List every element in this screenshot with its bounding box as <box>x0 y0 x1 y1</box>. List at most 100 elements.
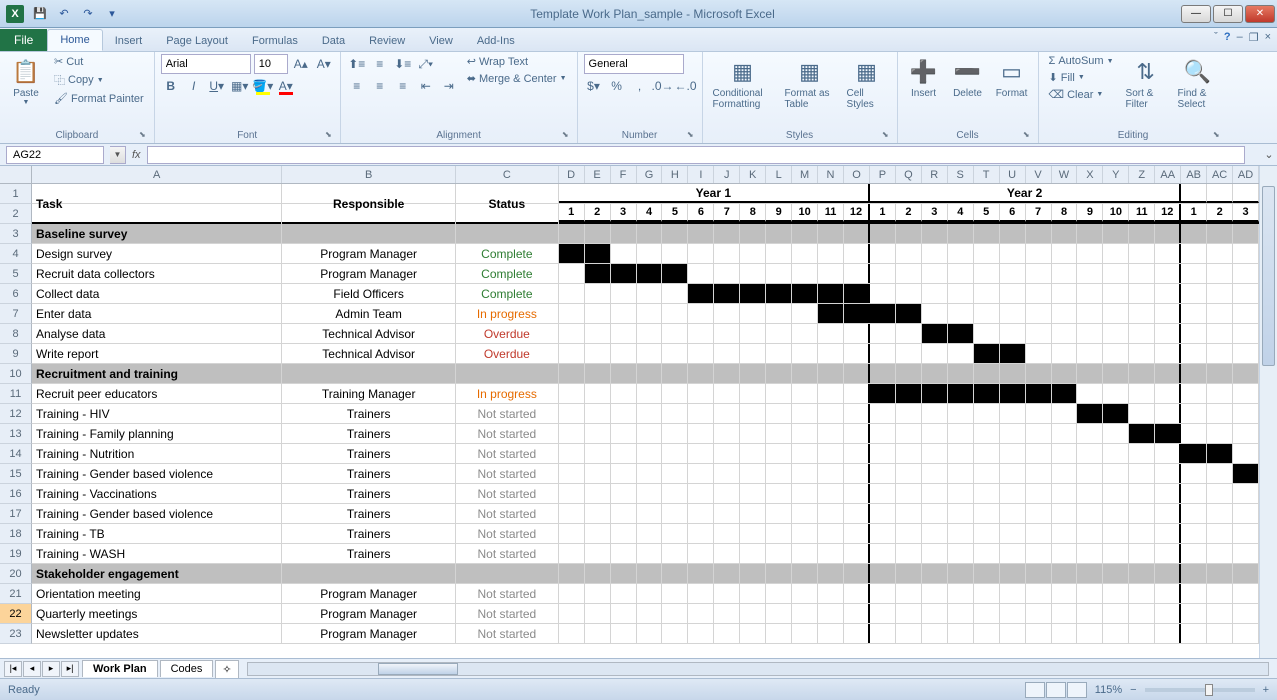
row-header-6[interactable]: 6 <box>0 284 32 304</box>
gantt-cell[interactable] <box>662 424 688 443</box>
gantt-cell[interactable] <box>611 404 637 423</box>
fill-color-button[interactable]: 🪣▾ <box>253 76 273 96</box>
gantt-cell[interactable] <box>1052 564 1078 583</box>
gantt-cell[interactable] <box>896 244 922 263</box>
gantt-cell[interactable] <box>1129 224 1155 243</box>
gantt-cell[interactable] <box>1000 284 1026 303</box>
gantt-cell[interactable] <box>948 464 974 483</box>
gantt-cell[interactable] <box>766 384 792 403</box>
gantt-cell[interactable] <box>974 264 1000 283</box>
gantt-cell[interactable] <box>714 504 740 523</box>
cell-status[interactable]: Not started <box>456 504 559 523</box>
gantt-cell[interactable] <box>611 244 637 263</box>
gantt-cell[interactable] <box>1129 384 1155 403</box>
gantt-cell[interactable] <box>922 324 948 343</box>
gantt-cell[interactable] <box>948 364 974 383</box>
gantt-cell[interactable] <box>585 264 611 283</box>
gantt-cell[interactable] <box>922 544 948 563</box>
gantt-cell[interactable] <box>974 564 1000 583</box>
gantt-cell[interactable] <box>1052 324 1078 343</box>
gantt-cell[interactable] <box>896 524 922 543</box>
gantt-cell[interactable] <box>896 584 922 603</box>
gantt-cell[interactable] <box>818 324 844 343</box>
gantt-cell[interactable] <box>1207 624 1233 643</box>
merge-center-button[interactable]: ⬌Merge & Center▼ <box>463 71 571 86</box>
col-header-B[interactable]: B <box>282 166 456 183</box>
fx-label-icon[interactable]: fx <box>132 149 141 161</box>
gantt-cell[interactable] <box>1026 584 1052 603</box>
cell-responsible[interactable] <box>282 224 456 243</box>
col-header-A[interactable]: A <box>32 166 282 183</box>
align-center-icon[interactable]: ≡ <box>370 76 390 96</box>
month-header-27[interactable]: 3 <box>1233 204 1259 222</box>
gantt-cell[interactable] <box>688 304 714 323</box>
gantt-cell[interactable] <box>1207 364 1233 383</box>
cell-responsible[interactable]: Program Manager <box>282 584 456 603</box>
gantt-cell[interactable] <box>1181 604 1207 623</box>
gantt-cell[interactable] <box>896 444 922 463</box>
gantt-cell[interactable] <box>870 444 896 463</box>
gantt-cell[interactable] <box>1103 604 1129 623</box>
col-header-G[interactable]: G <box>637 166 663 183</box>
cell-status[interactable]: Not started <box>456 424 559 443</box>
cell-status[interactable]: Overdue <box>456 324 559 343</box>
gantt-cell[interactable] <box>688 444 714 463</box>
gantt-cell[interactable] <box>662 384 688 403</box>
gantt-cell[interactable] <box>637 264 663 283</box>
gantt-cell[interactable] <box>1052 424 1078 443</box>
month-header-25[interactable]: 1 <box>1181 204 1207 222</box>
normal-view-button[interactable] <box>1025 682 1045 698</box>
gantt-cell[interactable] <box>740 284 766 303</box>
col-header-O[interactable]: O <box>844 166 870 183</box>
gantt-cell[interactable] <box>714 284 740 303</box>
gantt-cell[interactable] <box>870 304 896 323</box>
gantt-cell[interactable] <box>637 444 663 463</box>
gantt-cell[interactable] <box>688 324 714 343</box>
gantt-cell[interactable] <box>714 584 740 603</box>
gantt-cell[interactable] <box>922 484 948 503</box>
gantt-cell[interactable] <box>792 384 818 403</box>
gantt-cell[interactable] <box>1233 324 1259 343</box>
gantt-cell[interactable] <box>1052 364 1078 383</box>
cell-status[interactable]: In progress <box>456 384 559 403</box>
gantt-cell[interactable] <box>740 324 766 343</box>
gantt-cell[interactable] <box>844 604 870 623</box>
gantt-cell[interactable] <box>974 364 1000 383</box>
gantt-cell[interactable] <box>1052 224 1078 243</box>
gantt-cell[interactable] <box>688 624 714 643</box>
gantt-cell[interactable] <box>922 244 948 263</box>
col-header-AB[interactable]: AB <box>1181 166 1207 183</box>
cell-status[interactable] <box>456 364 559 383</box>
gantt-cell[interactable] <box>1052 584 1078 603</box>
gantt-cell[interactable] <box>1103 524 1129 543</box>
gantt-cell[interactable] <box>896 624 922 643</box>
gantt-cell[interactable] <box>1181 544 1207 563</box>
row-header-10[interactable]: 10 <box>0 364 32 384</box>
gantt-cell[interactable] <box>1129 244 1155 263</box>
gantt-cell[interactable] <box>1052 504 1078 523</box>
gantt-cell[interactable] <box>818 424 844 443</box>
gantt-cell[interactable] <box>714 484 740 503</box>
gantt-cell[interactable] <box>740 304 766 323</box>
gantt-cell[interactable] <box>896 324 922 343</box>
vertical-scrollbar[interactable] <box>1259 166 1277 658</box>
conditional-formatting-button[interactable]: ▦Conditional Formatting <box>709 54 777 112</box>
underline-button[interactable]: U▾ <box>207 76 227 96</box>
font-name-input[interactable] <box>161 54 251 74</box>
gantt-cell[interactable] <box>559 544 585 563</box>
gantt-cell[interactable] <box>662 364 688 383</box>
gantt-cell[interactable] <box>792 224 818 243</box>
cell-task[interactable]: Analyse data <box>32 324 282 343</box>
gantt-cell[interactable] <box>1233 424 1259 443</box>
gantt-cell[interactable] <box>766 404 792 423</box>
gantt-cell[interactable] <box>1000 264 1026 283</box>
gantt-cell[interactable] <box>818 364 844 383</box>
gantt-cell[interactable] <box>1155 604 1181 623</box>
gantt-cell[interactable] <box>922 464 948 483</box>
gantt-cell[interactable] <box>585 304 611 323</box>
format-as-table-button[interactable]: ▦Format as Table <box>781 54 839 112</box>
cell-responsible[interactable]: Trainers <box>282 544 456 563</box>
gantt-cell[interactable] <box>1129 404 1155 423</box>
gantt-cell[interactable] <box>585 444 611 463</box>
gantt-cell[interactable] <box>559 604 585 623</box>
